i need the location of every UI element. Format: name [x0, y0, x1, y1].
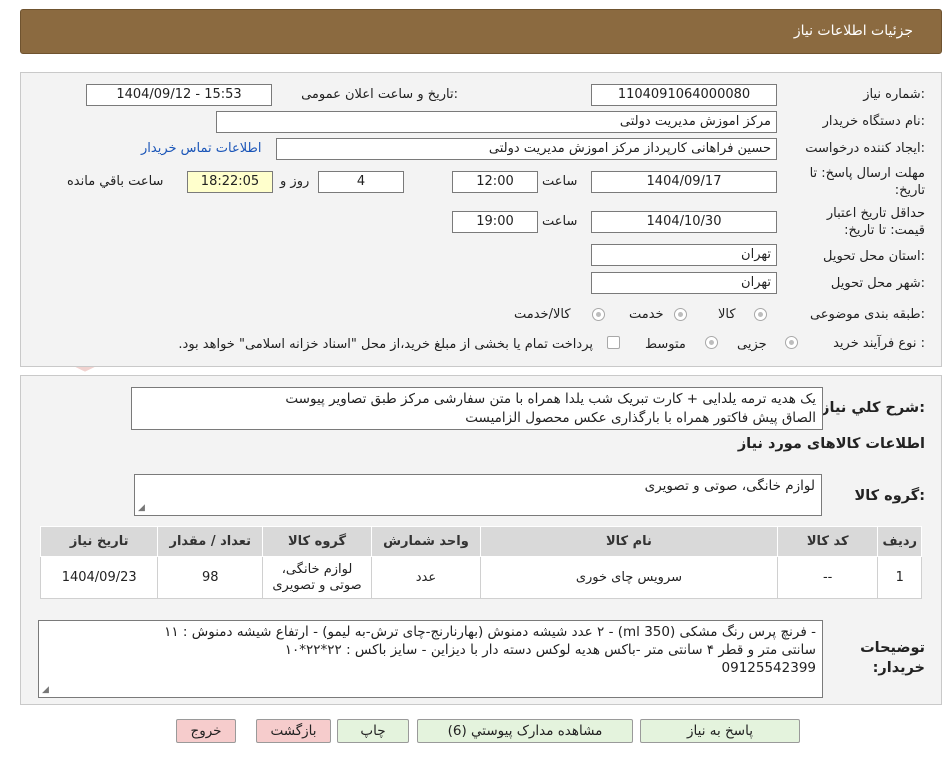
- purchase-minor-radio[interactable]: [785, 336, 798, 349]
- goods-group-textarea: لوازم خانگی، صوتی و تصویری ◢: [134, 474, 822, 516]
- remaining-time-field: 18:22:05: [187, 171, 273, 193]
- buyer-contact-link[interactable]: اطلاعات تماس خریدار: [141, 141, 261, 156]
- goods-group-label: گروه کالا:: [854, 488, 925, 504]
- page-title: جزئیات اطلاعات نیاز: [793, 23, 913, 39]
- description-line-1: یک هدیه ترمه یلدایی + کارت تبریک شب یلدا…: [285, 391, 816, 407]
- col-qty: تعداد / مقدار: [157, 526, 264, 557]
- remaining-time-label: ساعت باقي مانده: [67, 174, 164, 189]
- deadline-label: مهلت ارسال پاسخ: تا تاریخ:: [809, 166, 925, 198]
- days-label: روز و: [280, 174, 310, 189]
- col-row: ردیف: [877, 526, 922, 557]
- col-group: گروه کالا: [262, 526, 372, 557]
- category-goods-label: کالا: [718, 307, 736, 322]
- buyer-notes-label: توضیحات خریدار:: [860, 640, 925, 676]
- province-label: استان محل تحویل:: [823, 249, 925, 264]
- buyer-notes-textarea: - فرنچ پرس رنگ مشکی (350 ml) - ۲ عدد شیش…: [38, 620, 823, 698]
- description-label: شرح کلي نیاز:: [821, 400, 925, 416]
- deadline-time-label: ساعت: [542, 174, 578, 189]
- validity-label: حداقل تاریخ اعتبار قیمت: تا تاریخ:: [826, 206, 925, 238]
- need-info-panel: شماره نیاز: 1104091064000080 تاریخ و ساع…: [20, 72, 942, 367]
- cell-name: سرویس چای خوری: [479, 556, 778, 599]
- goods-group-value: لوازم خانگی، صوتی و تصویری: [644, 478, 815, 494]
- goods-section-title: اطلاعات کالاهای مورد نیاز: [737, 436, 925, 452]
- treasury-payment-checkbox[interactable]: [607, 336, 620, 349]
- category-service-label: خدمت: [629, 307, 664, 322]
- page-header: جزئیات اطلاعات نیاز: [20, 9, 942, 54]
- announce-date-label: تاریخ و ساعت اعلان عمومی:: [301, 87, 458, 102]
- category-both-label: کالا/خدمت: [514, 307, 571, 322]
- cell-date: 1404/09/23: [39, 556, 159, 599]
- requester-field: حسین فراهانی کارپرداز مرکز اموزش مدیریت …: [276, 138, 777, 160]
- purchase-minor-label: جزیی: [737, 337, 767, 352]
- goods-panel: شرح کلي نیاز: یک هدیه ترمه یلدایی + کارت…: [20, 375, 942, 705]
- buyer-org-label: نام دستگاه خریدار:: [822, 114, 925, 129]
- city-label: شهر محل تحویل:: [830, 276, 925, 291]
- cell-qty: 98: [157, 556, 264, 599]
- exit-button[interactable]: خروج: [176, 719, 236, 743]
- days-field: 4: [318, 171, 404, 193]
- validity-date-field: 1404/10/30: [591, 211, 777, 233]
- description-textarea: یک هدیه ترمه یلدایی + کارت تبریک شب یلدا…: [131, 387, 823, 430]
- table-row: 1 -- سرویس چای خوری عدد لوازم خانگی، صوت…: [39, 556, 922, 599]
- description-line-2: الصاق پیش فاکتور همراه با بارگذاری عکس م…: [465, 410, 816, 426]
- goods-table-header: ردیف کد کالا نام کالا واحد شمارش گروه کا…: [39, 526, 922, 557]
- cell-group: لوازم خانگی، صوتی و تصویری: [262, 556, 372, 599]
- treasury-payment-note: پرداخت تمام یا بخشی از مبلغ خرید،از محل …: [178, 337, 593, 352]
- category-goods-radio[interactable]: [754, 308, 767, 321]
- category-service-radio[interactable]: [674, 308, 687, 321]
- attachments-button[interactable]: مشاهده مدارک پیوستي (6): [417, 719, 633, 743]
- province-field: تهران: [591, 244, 777, 266]
- cell-code: --: [776, 556, 879, 599]
- purchase-type-label: نوع فرآیند خرید :: [833, 336, 925, 351]
- deadline-time-field: 12:00: [452, 171, 538, 193]
- buyer-notes-line-2: سانتی متر و قطر ۴ سانتی متر -باکس هدیه ل…: [284, 642, 816, 658]
- goods-table: ردیف کد کالا نام کالا واحد شمارش گروه کا…: [39, 526, 922, 599]
- category-both-radio[interactable]: [592, 308, 605, 321]
- print-button[interactable]: چاپ: [337, 719, 409, 743]
- reply-button[interactable]: پاسخ به نیاز: [640, 719, 800, 743]
- resize-grip-icon[interactable]: ◢: [138, 504, 145, 513]
- col-code: کد کالا: [776, 526, 879, 557]
- col-date: تاریخ نیاز: [39, 526, 159, 557]
- deadline-date-field: 1404/09/17: [591, 171, 777, 193]
- city-field: تهران: [591, 272, 777, 294]
- cell-row: 1: [877, 556, 922, 599]
- need-number-field: 1104091064000080: [591, 84, 777, 106]
- validity-time-label: ساعت: [542, 214, 578, 229]
- col-name: نام کالا: [479, 526, 778, 557]
- col-unit: واحد شمارش: [370, 526, 481, 557]
- announce-date-field: 1404/09/12 - 15:53: [86, 84, 272, 106]
- back-button[interactable]: بازگشت: [256, 719, 331, 743]
- purchase-medium-label: متوسط: [645, 337, 686, 352]
- resize-grip-icon[interactable]: ◢: [42, 686, 49, 695]
- buyer-org-field: مرکز اموزش مدیریت دولتی: [216, 111, 777, 133]
- buyer-notes-line-1: - فرنچ پرس رنگ مشکی (350 ml) - ۲ عدد شیش…: [164, 624, 816, 640]
- category-label: طبقه بندی موضوعی:: [809, 307, 925, 322]
- cell-unit: عدد: [370, 556, 481, 599]
- buyer-notes-line-3: 09125542399: [721, 660, 816, 676]
- purchase-medium-radio[interactable]: [705, 336, 718, 349]
- need-number-label: شماره نیاز:: [863, 87, 925, 102]
- validity-time-field: 19:00: [452, 211, 538, 233]
- requester-label: ایجاد کننده درخواست:: [805, 141, 925, 156]
